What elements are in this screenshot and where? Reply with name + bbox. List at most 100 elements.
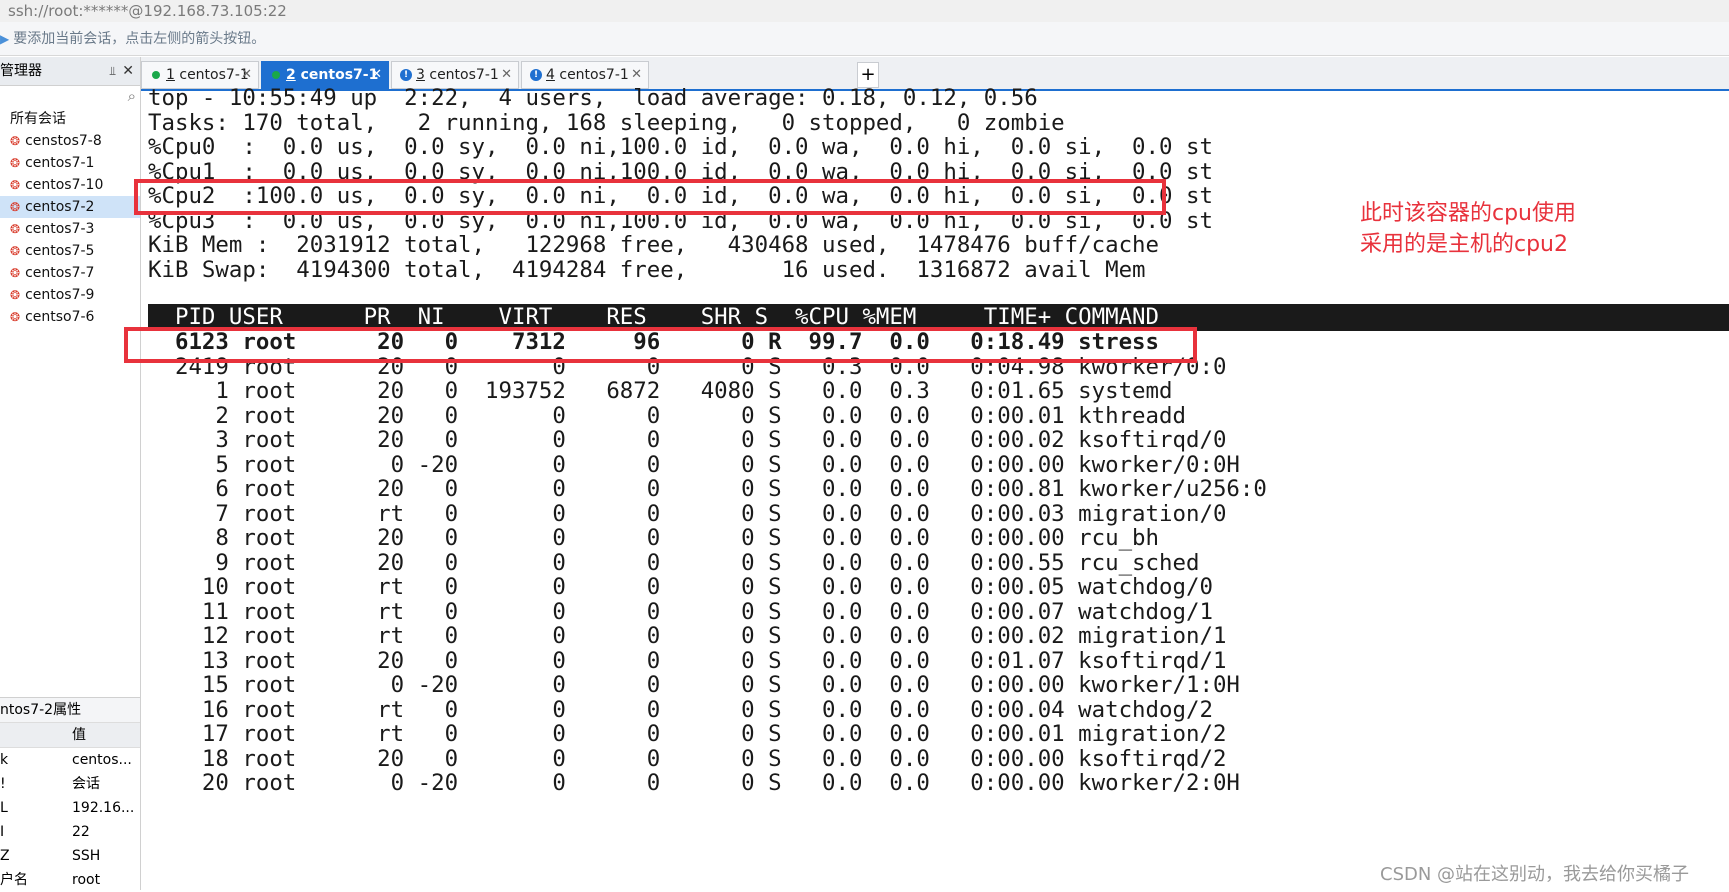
process-row: 13 root 20 0 0 0 0 S 0.0 0.0 0:01.07 kso… xyxy=(148,647,1227,674)
watermark: CSDN @站在这别动，我去给你买橘子 xyxy=(1380,864,1690,885)
session-icon: ❂ xyxy=(10,310,21,324)
tab-label: centos7-1 xyxy=(559,67,629,83)
tab-number: 1 xyxy=(166,67,175,83)
property-value: 22 xyxy=(72,824,90,840)
session-label: censtos7-8 xyxy=(25,133,102,149)
property-key: I xyxy=(0,824,5,840)
terminal-summary-line: top - 10:55:49 up 2:22, 4 users, load av… xyxy=(148,85,1038,111)
session-item[interactable]: ❂ censtos7-8 xyxy=(0,130,140,152)
property-key: 户名 xyxy=(0,872,28,888)
annotation-text: 此时该容器的cpu使用 采用的是主机的cpu2 xyxy=(1360,198,1600,260)
session-icon: ❂ xyxy=(10,266,21,280)
session-icon: ❂ xyxy=(10,222,21,236)
tab-label: centos7-1 xyxy=(429,67,499,83)
property-value: SSH xyxy=(72,848,101,864)
process-row: 15 root 0 -20 0 0 0 S 0.0 0.0 0:00.00 kw… xyxy=(148,672,1240,698)
terminal-summary-line: KiB Mem : 2031912 total, 122968 free, 43… xyxy=(148,232,1160,258)
session-item[interactable]: ❂ centos7-7 xyxy=(0,262,140,284)
property-key: Z xyxy=(0,848,10,864)
session-item[interactable]: ❂ centos7-3 xyxy=(0,218,140,240)
tab-number: 3 xyxy=(416,67,425,83)
process-row: 10 root rt 0 0 0 0 S 0.0 0.0 0:00.05 wat… xyxy=(148,574,1213,600)
session-icon: ❂ xyxy=(10,178,21,192)
hint-bar: ▶ 要添加当前会话，点击左侧的箭头按钮。 xyxy=(0,22,1729,56)
session-label: centos7-10 xyxy=(25,177,104,193)
property-row: k centos... xyxy=(0,748,140,772)
session-icon: ❂ xyxy=(10,244,21,258)
process-row: 9 root 20 0 0 0 0 S 0.0 0.0 0:00.55 rcu_… xyxy=(148,549,1200,576)
property-row: Z SSH xyxy=(0,844,140,868)
connected-dot-icon xyxy=(272,71,280,79)
terminal-summary-line: KiB Swap: 4194300 total, 4194284 free, 1… xyxy=(148,256,1146,283)
tab-number: 4 xyxy=(546,67,555,83)
close-icon[interactable]: ✕ xyxy=(122,57,134,85)
search-icon[interactable]: ⌕ xyxy=(128,87,136,105)
session-list: ❂ censtos7-8 ❂ centos7-1 ❂ centos7-10 ❂ centos7… xyxy=(0,130,140,328)
process-row: 18 root 20 0 0 0 0 S 0.0 0.0 0:00.00 kso… xyxy=(148,745,1227,772)
process-row: 6 root 20 0 0 0 0 S 0.0 0.0 0:00.81 kwor… xyxy=(148,476,1267,502)
property-key: ! xyxy=(0,776,6,792)
session-icon: ❂ xyxy=(10,156,21,170)
tab-label: centos7-1 xyxy=(300,67,379,83)
session-label: centos7-7 xyxy=(25,265,95,281)
property-value: 192.16... xyxy=(72,800,135,816)
annotation-line-2: 采用的是主机的cpu2 xyxy=(1360,232,1569,257)
session-item[interactable]: ❂ centso7-6 xyxy=(0,306,140,328)
property-value: root xyxy=(72,872,101,888)
arrow-right-icon[interactable]: ▶ xyxy=(0,32,9,46)
process-row: 2 root 20 0 0 0 0 S 0.0 0.0 0:00.01 kthr… xyxy=(148,402,1186,429)
tab-label: centos7-1 xyxy=(179,67,249,83)
process-row: 5 root 0 -20 0 0 0 S 0.0 0.0 0:00.00 kwo… xyxy=(148,451,1240,478)
property-row: ! 会话 xyxy=(0,772,140,796)
process-row: 17 root rt 0 0 0 0 S 0.0 0.0 0:00.01 mig… xyxy=(148,721,1227,747)
pin-icon[interactable]: ⫫ xyxy=(109,57,116,85)
session-label: centos7-2 xyxy=(25,199,95,215)
process-row: 3 root 20 0 0 0 0 S 0.0 0.0 0:00.02 ksof… xyxy=(148,427,1227,453)
session-icon: ❂ xyxy=(10,288,21,302)
window-title: ssh://root:******@192.168.73.105:22 xyxy=(0,0,1729,22)
session-icon: ❂ xyxy=(10,200,21,214)
stress-process-highlight-box xyxy=(124,327,1197,363)
session-item[interactable]: ❂ centos7-2 xyxy=(0,196,140,218)
properties-header: 值 xyxy=(0,723,140,748)
session-label: centos7-1 xyxy=(25,155,95,171)
session-label: centos7-9 xyxy=(25,287,95,303)
session-search[interactable]: ⌕ xyxy=(0,86,140,108)
property-row: 户名 root xyxy=(0,868,140,892)
terminal-summary-line: %Cpu0 : 0.0 us, 0.0 sy, 0.0 ni,100.0 id,… xyxy=(148,134,1213,160)
process-row: 8 root 20 0 0 0 0 S 0.0 0.0 0:00.00 rcu_… xyxy=(148,525,1160,551)
tree-root-all-sessions[interactable]: 所有会话 xyxy=(0,108,140,130)
process-row: 1 root 20 0 193752 6872 4080 S 0.0 0.3 0… xyxy=(148,378,1173,404)
property-key: L xyxy=(0,800,8,816)
warning-icon: ! xyxy=(530,69,542,81)
connected-dot-icon xyxy=(152,71,160,79)
session-item[interactable]: ❂ centos7-10 xyxy=(0,174,140,196)
property-value: 会话 xyxy=(72,776,100,792)
session-manager-title: 管理器 xyxy=(0,63,42,79)
process-row: 12 root rt 0 0 0 0 S 0.0 0.0 0:00.02 mig… xyxy=(148,623,1227,649)
properties-rows: k centos...! 会话 L 192.16... I 22 Z SSH 户名 root xyxy=(0,748,140,892)
session-label: centos7-3 xyxy=(25,221,95,237)
session-item[interactable]: ❂ centos7-9 xyxy=(0,284,140,306)
cpu2-highlight-box xyxy=(134,179,1166,215)
session-item[interactable]: ❂ centos7-1 xyxy=(0,152,140,174)
property-row: L 192.16... xyxy=(0,796,140,820)
process-row: 20 root 0 -20 0 0 0 S 0.0 0.0 0:00.00 kw… xyxy=(148,770,1240,796)
properties-panel: ntos7-2属性 值 k centos...! 会话 L 192.16... I 22 Z S… xyxy=(0,697,140,891)
session-label: centso7-6 xyxy=(25,309,95,325)
annotation-line-1: 此时该容器的cpu使用 xyxy=(1360,201,1577,226)
process-row: 11 root rt 0 0 0 0 S 0.0 0.0 0:00.07 wat… xyxy=(148,598,1213,625)
process-row: 16 root rt 0 0 0 0 S 0.0 0.0 0:00.04 wat… xyxy=(148,696,1213,723)
property-value: centos... xyxy=(72,752,132,768)
session-manager-header: 管理器 ⫫ ✕ xyxy=(0,57,140,86)
session-icon: ❂ xyxy=(10,134,21,148)
tab-number: 2 xyxy=(286,67,296,83)
property-row: I 22 xyxy=(0,820,140,844)
session-label: centos7-5 xyxy=(25,243,95,259)
process-row: 7 root rt 0 0 0 0 S 0.0 0.0 0:00.03 migr… xyxy=(148,500,1227,527)
terminal-summary-line: Tasks: 170 total, 2 running, 168 sleepin… xyxy=(148,109,1065,136)
session-item[interactable]: ❂ centos7-5 xyxy=(0,240,140,262)
hint-text: 要添加当前会话，点击左侧的箭头按钮。 xyxy=(13,31,266,47)
properties-title: ntos7-2属性 xyxy=(0,698,140,723)
properties-value-header: 值 xyxy=(72,727,86,743)
